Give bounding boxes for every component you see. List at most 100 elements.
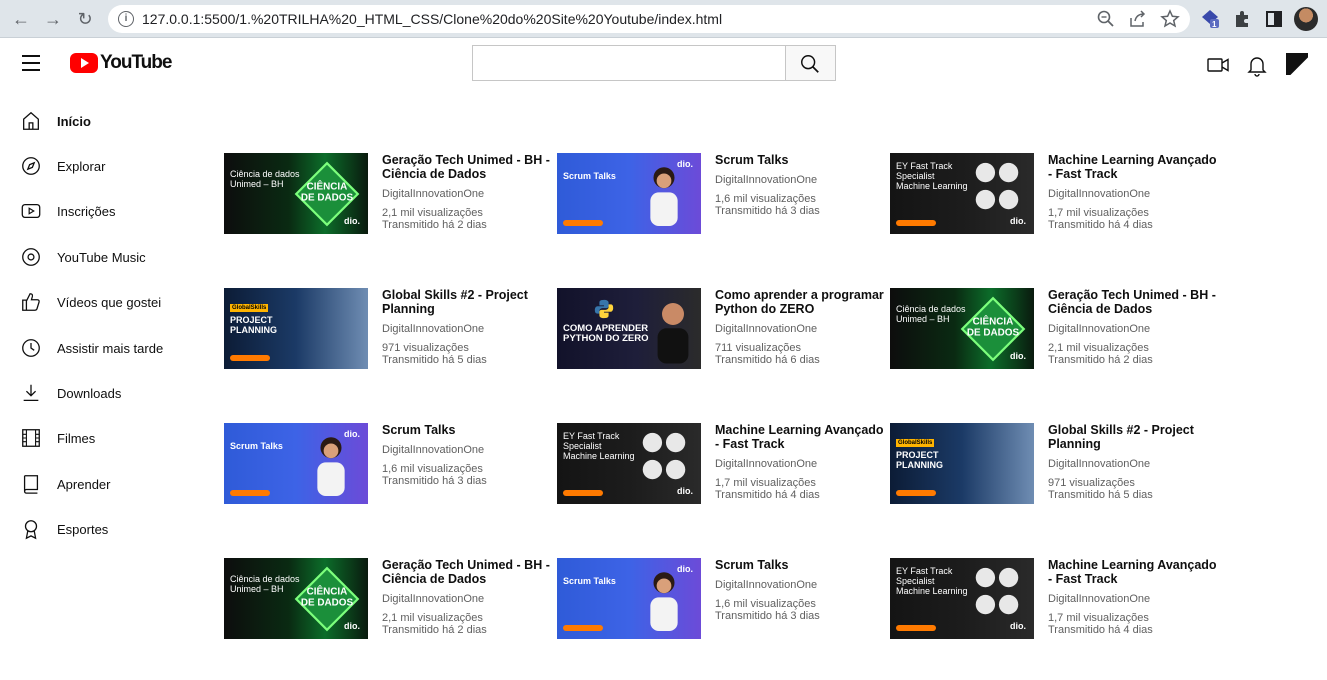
thumbnail-text: EY Fast Track Specialist Machine Learnin…	[563, 431, 635, 461]
sidebar-item-videos-que-gostei[interactable]: Vídeos que gostei	[20, 289, 200, 315]
video-thumbnail[interactable]: Ciência de dados Unimed – BH CIÊNCIA DE D…	[224, 558, 368, 639]
sidebar-item-youtube-music[interactable]: YouTube Music	[20, 244, 200, 270]
video-title[interactable]: Global Skills #2 - Project Planning	[1048, 423, 1220, 451]
video-card[interactable]: EY Fast Track Specialist Machine Learnin…	[890, 153, 1220, 235]
search-input[interactable]	[472, 45, 786, 81]
video-title[interactable]: Geração Tech Unimed - BH - Ciência de Da…	[382, 153, 554, 181]
channel-name[interactable]: DigitalInnovationOne	[1048, 188, 1220, 201]
channel-name[interactable]: DigitalInnovationOne	[382, 593, 554, 606]
channel-name[interactable]: DigitalInnovationOne	[382, 188, 554, 201]
thumbnail-text: Scrum Talks	[563, 576, 616, 586]
video-thumbnail[interactable]: Ciência de dados Unimed – BH CIÊNCIA DE D…	[890, 288, 1034, 369]
menu-icon[interactable]	[22, 55, 40, 71]
channel-name[interactable]: DigitalInnovationOne	[382, 323, 554, 336]
view-count: 1,7 mil visualizações	[1048, 612, 1149, 624]
channel-name[interactable]: DigitalInnovationOne	[715, 458, 887, 471]
video-title[interactable]: Scrum Talks	[715, 153, 887, 167]
reload-icon[interactable]: ↻	[74, 8, 96, 30]
video-title[interactable]: Machine Learning Avançado - Fast Track	[1048, 153, 1220, 181]
address-bar[interactable]: i 127.0.0.1:5500/1.%20TRILHA%20_HTML_CSS…	[108, 5, 1190, 33]
thumbnail-cta-pill	[563, 490, 603, 496]
thumbnail-cta-pill	[896, 490, 936, 496]
view-count: 1,6 mil visualizações	[382, 463, 483, 475]
book-icon	[23, 475, 39, 494]
sidebar-item-assistir-mais-tarde[interactable]: Assistir mais tarde	[20, 335, 200, 361]
video-thumbnail[interactable]: EY Fast Track Specialist Machine Learnin…	[557, 423, 701, 504]
video-card[interactable]: Ciência de dados Unimed – BH CIÊNCIA DE D…	[224, 558, 554, 640]
channel-name[interactable]: DigitalInnovationOne	[1048, 593, 1220, 606]
sidebar-item-filmes[interactable]: Filmes	[20, 425, 200, 451]
thumbnail-badge: GlobalSkills	[896, 439, 935, 447]
channel-name[interactable]: DigitalInnovationOne	[715, 323, 887, 336]
video-title[interactable]: Geração Tech Unimed - BH - Ciência de Da…	[382, 558, 554, 586]
browser-profile-avatar[interactable]	[1294, 7, 1318, 31]
stream-age: Transmitido há 2 dias	[382, 219, 487, 231]
address-bar-url: 127.0.0.1:5500/1.%20TRILHA%20_HTML_CSS/C…	[142, 11, 723, 27]
channel-name[interactable]: DigitalInnovationOne	[1048, 458, 1220, 471]
video-card[interactable]: Scrum Talks dio. Scrum Talks DigitalInno…	[557, 558, 887, 640]
video-title[interactable]: Scrum Talks	[382, 423, 554, 437]
video-thumbnail[interactable]: Ciência de dados Unimed – BH CIÊNCIA DE D…	[224, 153, 368, 234]
back-arrow-icon[interactable]: ←	[10, 8, 32, 30]
video-card[interactable]: EY Fast Track Specialist Machine Learnin…	[890, 558, 1220, 640]
video-title[interactable]: Como aprender a programar Python do ZERO	[715, 288, 887, 316]
video-title[interactable]: Machine Learning Avançado - Fast Track	[715, 423, 887, 451]
stream-age: Transmitido há 2 dias	[1048, 354, 1153, 366]
notifications-bell-icon[interactable]	[1245, 53, 1269, 77]
thumbnail-badge: dio.	[1010, 216, 1026, 226]
video-title[interactable]: Global Skills #2 - Project Planning	[382, 288, 554, 316]
extension-badge-count: 1	[1212, 20, 1217, 29]
video-meta: Geração Tech Unimed - BH - Ciência de Da…	[1048, 288, 1220, 367]
sidebar-item-inicio[interactable]: Início	[20, 108, 200, 134]
bookmark-star-icon[interactable]	[1160, 9, 1180, 29]
video-thumbnail[interactable]: GlobalSkills PROJECT PLANNING	[224, 288, 368, 369]
channel-name[interactable]: DigitalInnovationOne	[1048, 323, 1220, 336]
video-thumbnail[interactable]: Scrum Talks dio.	[557, 558, 701, 639]
sidebar-item-aprender[interactable]: Aprender	[20, 471, 200, 497]
sidebar-item-inscricoes[interactable]: Inscrições	[20, 198, 200, 224]
video-meta: Machine Learning Avançado - Fast Track D…	[1048, 153, 1220, 232]
video-card[interactable]: Ciência de dados Unimed – BH CIÊNCIA DE D…	[890, 288, 1220, 370]
zoom-icon[interactable]	[1096, 9, 1116, 29]
channel-name[interactable]: DigitalInnovationOne	[715, 579, 887, 592]
video-thumbnail[interactable]: Scrum Talks dio.	[557, 153, 701, 234]
site-info-icon[interactable]: i	[118, 11, 134, 27]
sidebar-item-label: Filmes	[57, 430, 96, 446]
video-meta: Global Skills #2 - Project Planning Digi…	[1048, 423, 1220, 502]
video-thumbnail[interactable]: GlobalSkills PROJECT PLANNING	[890, 423, 1034, 504]
sidebar-item-esportes[interactable]: Esportes	[20, 516, 200, 542]
puzzle-extensions-icon[interactable]	[1232, 9, 1252, 29]
thumbnail-text: Scrum Talks	[230, 441, 283, 451]
svg-text:DE DADOS: DE DADOS	[301, 598, 354, 609]
video-card[interactable]: Ciência de dados Unimed – BH CIÊNCIA DE D…	[224, 153, 554, 235]
video-thumbnail[interactable]: Scrum Talks dio.	[224, 423, 368, 504]
extension-shield-icon[interactable]	[1200, 9, 1220, 29]
forward-arrow-icon[interactable]: →	[42, 8, 64, 30]
video-card[interactable]: Scrum Talks dio. Scrum Talks DigitalInno…	[224, 423, 554, 505]
side-panel-icon[interactable]	[1264, 9, 1284, 29]
thumbnail-text: PROJECT PLANNING	[896, 450, 943, 470]
video-card[interactable]: EY Fast Track Specialist Machine Learnin…	[557, 423, 887, 505]
youtube-logo[interactable]: YouTube	[70, 52, 172, 73]
sidebar-item-downloads[interactable]: Downloads	[20, 380, 200, 406]
video-thumbnail[interactable]: EY Fast Track Specialist Machine Learnin…	[890, 558, 1034, 639]
video-thumbnail[interactable]: COMO APRENDER PYTHON DO ZERO	[557, 288, 701, 369]
video-title[interactable]: Geração Tech Unimed - BH - Ciência de Da…	[1048, 288, 1220, 316]
video-title[interactable]: Machine Learning Avançado - Fast Track	[1048, 558, 1220, 586]
video-card[interactable]: GlobalSkills PROJECT PLANNING Global Ski…	[224, 288, 554, 370]
account-avatar[interactable]	[1286, 53, 1308, 75]
thumbnail-cta-pill	[563, 220, 603, 226]
home-icon	[23, 111, 39, 130]
channel-name[interactable]: DigitalInnovationOne	[715, 174, 887, 187]
create-video-icon[interactable]	[1206, 53, 1230, 77]
share-icon[interactable]	[1128, 9, 1148, 29]
search-button[interactable]	[785, 45, 836, 81]
video-thumbnail[interactable]: EY Fast Track Specialist Machine Learnin…	[890, 153, 1034, 234]
video-card[interactable]: GlobalSkills PROJECT PLANNING Global Ski…	[890, 423, 1220, 505]
video-title[interactable]: Scrum Talks	[715, 558, 887, 572]
video-card[interactable]: COMO APRENDER PYTHON DO ZERO Como aprend…	[557, 288, 887, 370]
channel-name[interactable]: DigitalInnovationOne	[382, 444, 554, 457]
sidebar-item-explorar[interactable]: Explorar	[20, 153, 200, 179]
thumbnail-cta-pill	[896, 220, 936, 226]
video-card[interactable]: Scrum Talks dio. Scrum Talks DigitalInno…	[557, 153, 887, 235]
